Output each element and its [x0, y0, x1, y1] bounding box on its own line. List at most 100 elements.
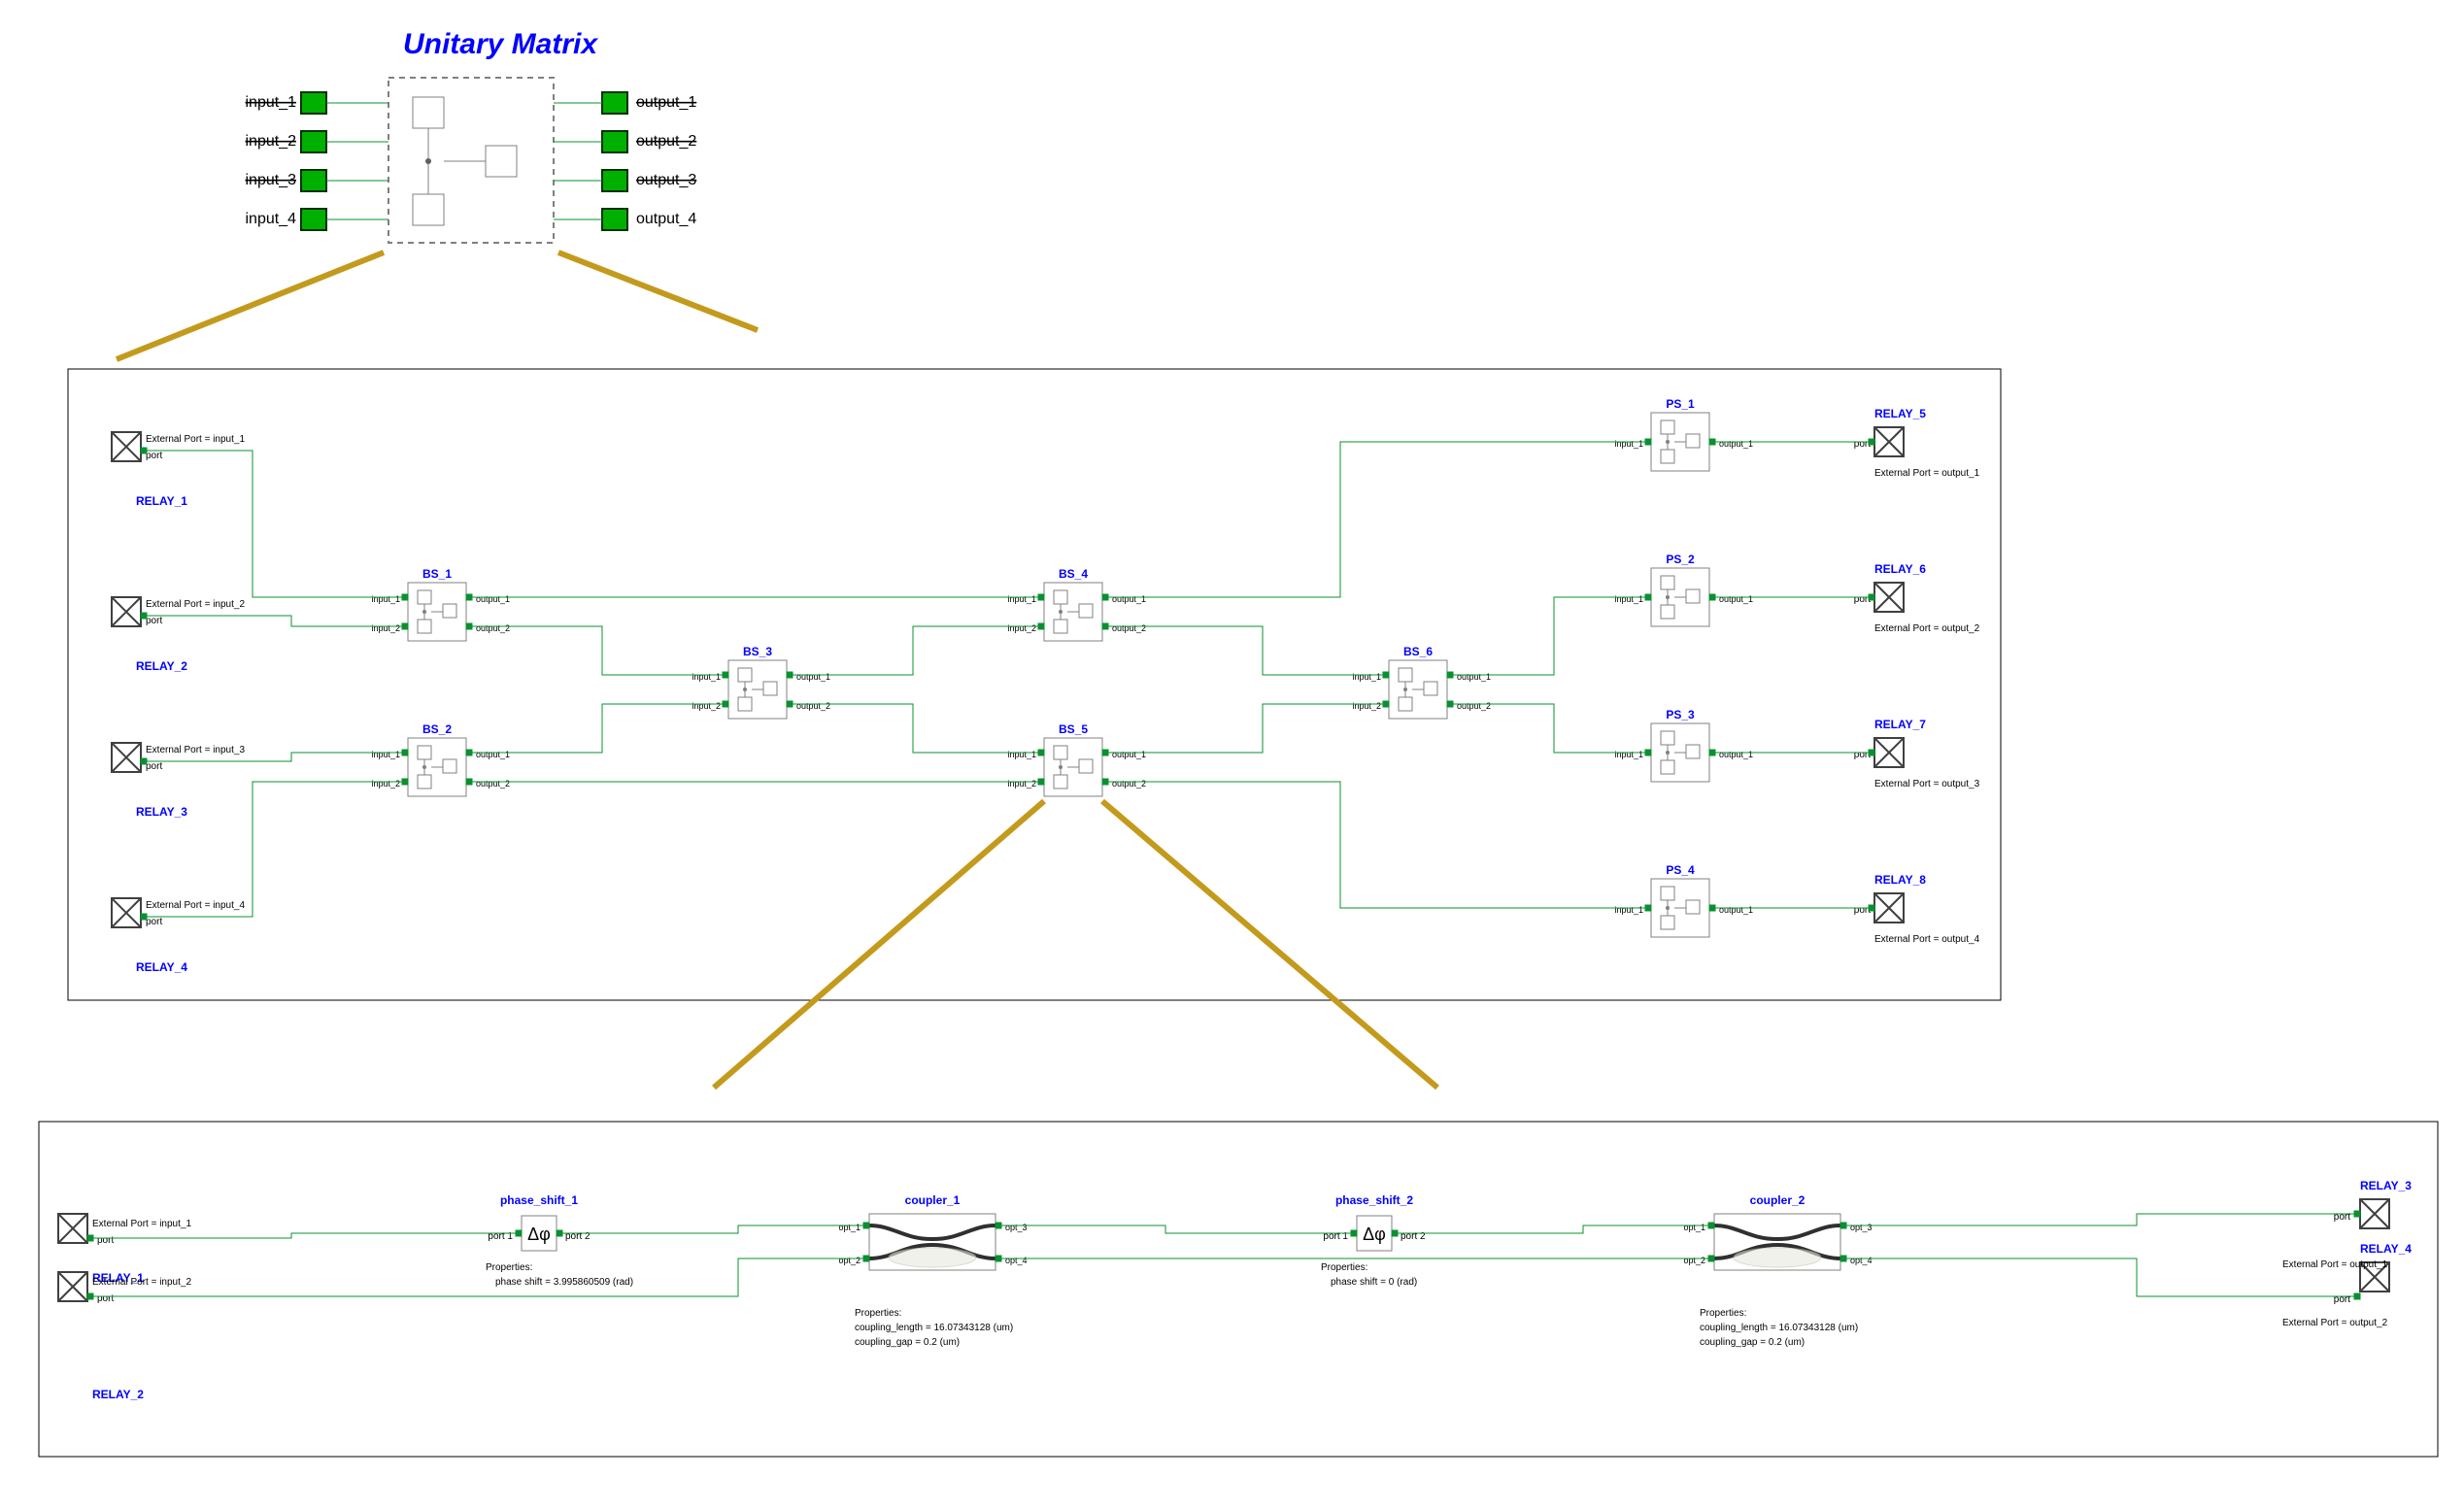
port-label: output_1: [1719, 750, 1753, 759]
phase-shift-name: phase_shift_1: [500, 1193, 578, 1207]
inner-dot-icon: [425, 158, 431, 164]
relay-block: External Port = input_2 port RELAY_2: [112, 597, 245, 673]
top-output-label: output_2: [636, 133, 696, 150]
coupler-block: coupler_2 opt_1 opt_2 opt_3 opt_4 Proper…: [1683, 1193, 1872, 1348]
port-label: opt_1: [838, 1223, 861, 1232]
relay-name: RELAY_4: [136, 960, 187, 974]
relay-name: RELAY_7: [1874, 718, 1926, 731]
ps-name: PS_1: [1666, 397, 1695, 411]
port-label: output_1: [1719, 905, 1753, 915]
port-label: opt_2: [1683, 1256, 1705, 1265]
prop-header: Properties:: [1700, 1308, 1746, 1319]
ps-block: PS_2 input_1 output_1: [1614, 553, 1753, 626]
port-label: output_1: [476, 750, 510, 759]
ps-name: PS_4: [1666, 863, 1695, 877]
callout-line: [1102, 801, 1437, 1088]
port-label: output_1: [1719, 594, 1753, 604]
ps-block: PS_4 input_1 output_1: [1614, 863, 1753, 937]
relay-block: RELAY_5 port External Port = output_1: [1854, 407, 1980, 479]
bs-block: BS_6 input_1 input_2 output_1 output_2: [1352, 645, 1491, 719]
bs-name: BS_2: [422, 722, 452, 736]
port-label: output_1: [1112, 750, 1146, 759]
relay-ext-label: External Port = output_2: [2282, 1318, 2388, 1328]
port-label: input_2: [371, 623, 400, 633]
port-label: input_1: [1007, 750, 1036, 759]
relay-block: External Port = input_1 port RELAY_1: [112, 432, 245, 508]
ps-block: PS_1 input_1 output_1: [1614, 397, 1753, 471]
bs-block: BS_3 input_1 input_2 output_1 output_2: [692, 645, 830, 719]
port-label: input_2: [371, 779, 400, 789]
port-label: output_2: [476, 623, 510, 633]
port-label: port: [146, 917, 162, 927]
relay-name: RELAY_5: [1874, 407, 1926, 420]
top-output-label: output_1: [636, 94, 696, 111]
top-input-label: input_1: [246, 94, 297, 111]
port-label: port: [146, 761, 162, 772]
relay-name: RELAY_4: [2360, 1242, 2412, 1256]
callout-line: [558, 252, 758, 330]
relay-ext-label: External Port = input_4: [146, 900, 245, 911]
port-label: output_1: [1719, 439, 1753, 449]
port-label: output_2: [1112, 779, 1146, 789]
callout-line: [117, 252, 384, 359]
prop-value: coupling_length = 16.07343128 (um): [855, 1323, 1013, 1333]
relay-ext-label: External Port = input_3: [146, 745, 245, 755]
port-label: output_2: [1457, 701, 1491, 711]
ps-block: PS_3 input_1 output_1: [1614, 708, 1753, 782]
callout-line: [714, 801, 1044, 1088]
port-label: input_1: [1614, 750, 1643, 759]
relay-ext-label: External Port = output_4: [1874, 934, 1980, 945]
relay-name: RELAY_2: [92, 1388, 144, 1401]
bs-name: BS_3: [743, 645, 772, 658]
port-label: input_1: [371, 750, 400, 759]
relay-block: External Port = input_4 port RELAY_4: [112, 898, 245, 974]
relay-block: RELAY_8 port External Port = output_4: [1854, 873, 1980, 945]
top-output-ports: [554, 92, 627, 230]
relay-block: External Port = input_2 port RELAY_2: [58, 1272, 191, 1401]
relay-block: External Port = input_3 port RELAY_3: [112, 743, 245, 819]
port-label: output_1: [476, 594, 510, 604]
top-input-label: input_4: [246, 211, 297, 227]
port-label: opt_4: [1005, 1256, 1028, 1265]
port-label: input_2: [692, 701, 721, 711]
port-label: port: [146, 616, 162, 626]
top-input-label: input_3: [246, 172, 297, 188]
port-label: opt_2: [838, 1256, 861, 1265]
prop-header: Properties:: [855, 1308, 901, 1319]
ps-name: PS_2: [1666, 553, 1695, 566]
port-label: input_1: [1007, 594, 1036, 604]
port-label: input_2: [1352, 701, 1381, 711]
relay-ext-label: External Port = output_1: [2282, 1259, 2388, 1270]
coupler-name: coupler_2: [1750, 1193, 1806, 1207]
prop-value: coupling_gap = 0.2 (um): [1700, 1337, 1805, 1348]
mid-wires: [147, 442, 1872, 917]
relay-name: RELAY_8: [1874, 873, 1926, 887]
top-output-label: output_3: [636, 172, 696, 188]
bot-wires: [93, 1214, 2357, 1296]
bot-panel-frame: [39, 1122, 2438, 1457]
relay-name: RELAY_3: [2360, 1179, 2412, 1192]
relay-ext-label: External Port = output_2: [1874, 623, 1980, 634]
port-label: opt_4: [1850, 1256, 1873, 1265]
bs-name: BS_5: [1059, 722, 1088, 736]
bs-name: BS_6: [1403, 645, 1433, 658]
bs-block: BS_2 input_1 input_2 output_1 output_2: [371, 722, 510, 796]
port-label: input_2: [1007, 779, 1036, 789]
ps-name: PS_3: [1666, 708, 1695, 721]
top-output-label: output_4: [636, 211, 696, 227]
prop-value: phase shift = 0 (rad): [1331, 1277, 1417, 1288]
prop-value: coupling_length = 16.07343128 (um): [1700, 1323, 1858, 1333]
port-label: port: [97, 1235, 114, 1246]
port-label: opt_1: [1683, 1223, 1705, 1232]
relay-ext-label: External Port = output_3: [1874, 779, 1980, 789]
relay-block: RELAY_7 port External Port = output_3: [1854, 718, 1980, 789]
phase-shift-block: phase_shift_2 port 1 port 2 Properties: …: [1321, 1193, 1426, 1288]
relay-ext-label: External Port = input_1: [92, 1219, 191, 1229]
port-label: input_1: [1614, 905, 1643, 915]
coupler-block: coupler_1 opt_1 opt_2 opt_3 opt_4 Proper…: [838, 1193, 1027, 1348]
port-label: input_1: [1352, 672, 1381, 682]
diagram-title: Unitary Matrix: [403, 28, 598, 60]
port-label: input_1: [692, 672, 721, 682]
relay-ext-label: External Port = input_2: [92, 1277, 191, 1288]
prop-header: Properties:: [1321, 1262, 1367, 1273]
